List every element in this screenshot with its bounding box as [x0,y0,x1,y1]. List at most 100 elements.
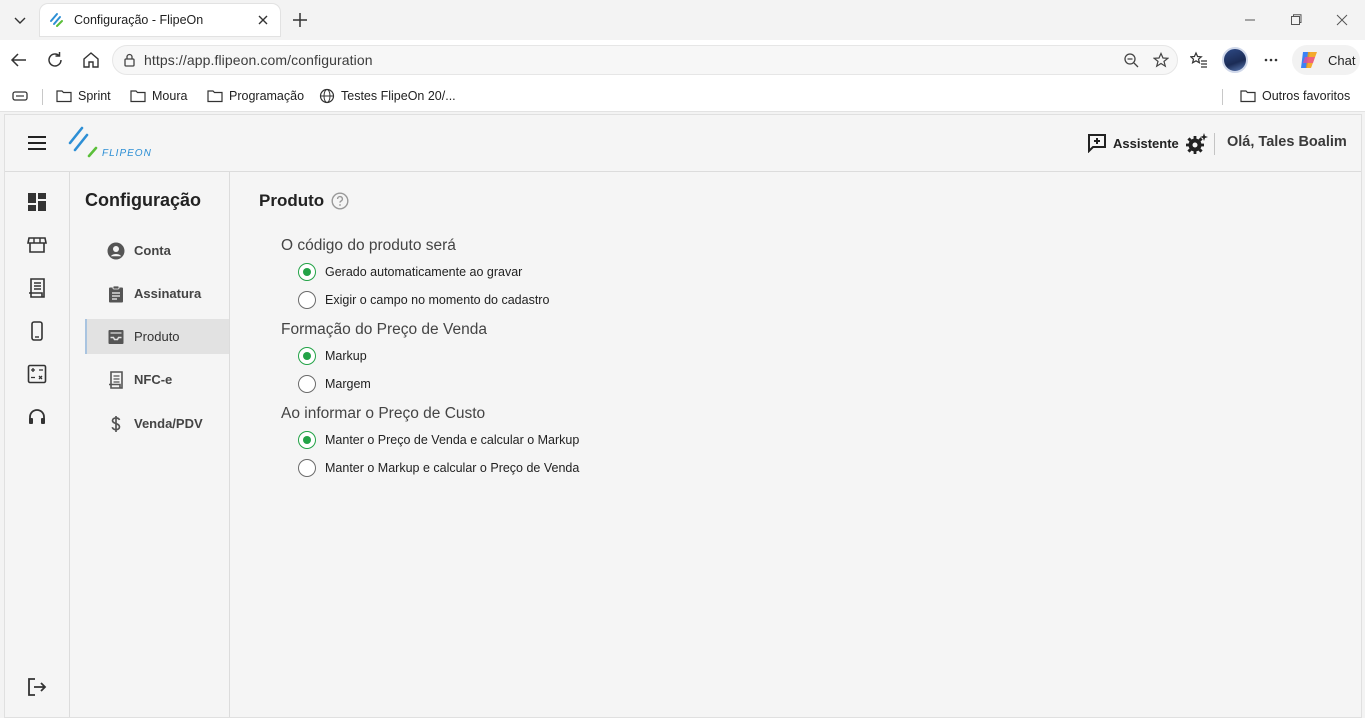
minimize-icon [1245,19,1255,21]
zoom-button[interactable] [1119,48,1143,72]
radio-gerado-automaticamente[interactable]: Gerado automaticamente ao gravar [298,262,522,282]
more-menu-button[interactable] [1257,46,1285,74]
submenu-item-venda-pdv[interactable]: Venda/PDV [85,406,229,441]
globe-icon [319,88,335,104]
back-button[interactable] [5,46,33,74]
home-icon [83,52,99,68]
address-bar[interactable]: https://app.flipeon.com/configuration [112,45,1178,75]
radio-exigir-campo[interactable]: Exigir o campo no momento do cadastro [298,290,549,310]
tab-actions-button[interactable] [12,87,34,105]
group-label-preco-custo: Ao informar o Preço de Custo [281,405,486,422]
bookmark-outros-favoritos[interactable]: Outros favoritos [1240,87,1350,105]
rail-support[interactable] [25,405,49,429]
calculator-icon [27,364,47,384]
radio-manter-markup[interactable]: Manter o Markup e calcular o Preço de Ve… [298,458,579,478]
rail-mobile[interactable] [25,319,49,343]
bookmarks-separator [1222,89,1223,105]
submenu-item-label: Assinatura [134,286,202,301]
copilot-chat-button[interactable]: Chat [1292,45,1360,75]
group-label-codigo-produto: O código do produto será [281,237,456,254]
browser-tab-bar: Configuração - FlipeOn [0,0,1365,40]
settings-gear-icon[interactable] [1185,132,1209,156]
radio-manter-preco-venda[interactable]: Manter o Preço de Venda e calcular o Mar… [298,430,579,450]
zoom-out-icon [1124,53,1139,68]
radio-label: Manter o Preço de Venda e calcular o Mar… [325,433,580,447]
bookmark-programacao[interactable]: Programação [207,87,304,105]
home-button[interactable] [77,46,105,74]
bookmark-label: Testes FlipeOn 20/... [341,89,456,103]
minimize-button[interactable] [1236,8,1264,32]
radio-label: Gerado automaticamente ao gravar [325,265,523,279]
folder-icon [130,90,146,103]
inbox-icon [108,329,124,344]
submenu-item-label: NFC-e [134,372,173,387]
menu-icon[interactable] [25,133,49,153]
reload-icon [48,52,62,67]
group-label-formacao-preco: Formação do Preço de Venda [281,321,487,338]
smartphone-icon [31,321,43,341]
tab-close-button[interactable] [254,11,272,29]
radio-label: Exigir o campo no momento do cadastro [325,293,550,307]
assistant-button[interactable]: Assistente [1087,133,1179,153]
restore-button[interactable] [1282,8,1310,32]
submenu-item-assinatura[interactable]: Assinatura [85,276,229,311]
receipt-icon [29,278,45,298]
clipboard-icon [109,285,123,302]
radio-button-checked[interactable] [298,431,316,449]
bookmark-label: Moura [152,89,188,103]
flipeon-favicon-icon [50,13,63,27]
radio-button[interactable] [298,291,316,309]
arrow-left-icon [10,53,26,67]
radio-button[interactable] [298,459,316,477]
rail-dashboard[interactable] [25,190,49,214]
radio-button[interactable] [298,375,316,393]
bookmark-testes-flipeon[interactable]: Testes FlipeOn 20/... [319,87,456,105]
bookmark-sprint[interactable]: Sprint [56,87,111,105]
tab-actions-icon [12,91,28,101]
restore-icon [1291,14,1302,25]
close-icon [258,15,268,25]
radio-markup[interactable]: Markup [298,346,367,366]
favorites-button[interactable] [1185,46,1213,74]
dashboard-icon [28,193,46,211]
bookmarks-separator [42,89,43,105]
tab-list-button[interactable] [6,6,34,34]
favorite-button[interactable] [1149,48,1173,72]
browser-tab-active[interactable]: Configuração - FlipeOn [40,4,280,36]
folder-icon [207,90,223,103]
radio-margem[interactable]: Margem [298,374,371,394]
radio-button-checked[interactable] [298,347,316,365]
bookmark-moura[interactable]: Moura [130,87,187,105]
rail-calculator[interactable] [25,362,49,386]
nav-rail [5,172,70,717]
help-icon[interactable] [331,192,349,210]
tab-title: Configuração - FlipeOn [74,13,204,27]
favorites-list-icon [1190,51,1207,68]
bookmark-label: Programação [229,89,305,103]
radio-button-checked[interactable] [298,263,316,281]
settings-content: Produto O código do produto será Gerado … [230,172,1361,717]
add-comment-icon [1088,134,1106,153]
header-separator [1214,133,1215,155]
logout-icon[interactable] [25,675,49,699]
profile-avatar[interactable] [1222,47,1248,73]
new-tab-button[interactable] [288,8,312,32]
close-window-button[interactable] [1328,8,1356,32]
flipeon-logo: FLIPEON [67,123,157,163]
submenu-item-nfce[interactable]: NFC-e [85,362,229,397]
rail-receipts[interactable] [25,276,49,300]
bookmark-label: Outros favoritos [1262,89,1351,103]
reload-button[interactable] [41,46,69,74]
submenu-item-label: Conta [134,243,171,258]
radio-label: Manter o Markup e calcular o Preço de Ve… [325,461,580,475]
lock-icon [124,53,135,67]
account-circle-icon [107,242,125,259]
submenu-item-conta[interactable]: Conta [85,233,229,268]
page-title-text: Produto [259,191,325,210]
assistant-label: Assistente [1113,135,1179,151]
headset-icon [29,409,45,424]
user-greeting[interactable]: Olá, Tales Boalim [1227,134,1347,150]
rail-store[interactable] [25,233,49,257]
chat-label: Chat [1328,52,1356,68]
submenu-item-produto[interactable]: Produto [85,319,229,354]
